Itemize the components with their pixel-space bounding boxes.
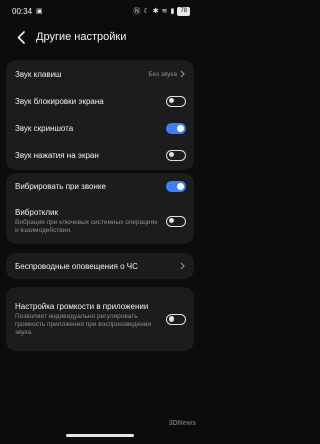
sound-settings-group: Звук клавиш Без звука Звук блокировки эк… [6, 60, 194, 170]
page-title: Другие настройки [36, 31, 127, 43]
haptic-feedback-label: Вибротклик [15, 207, 58, 217]
key-sound-label: Звук клавиш [15, 69, 62, 79]
do-not-disturb-icon: ☾ [143, 8, 150, 15]
haptic-feedback-description: Вибрация при ключевых системных операция… [15, 218, 158, 234]
emergency-alerts-group: Беспроводные оповещения о ЧС [6, 253, 194, 279]
back-arrow-icon[interactable] [12, 28, 30, 46]
header: Другие настройки [0, 26, 200, 48]
vibrate-on-ring-toggle[interactable] [166, 180, 186, 192]
key-sound-value: Без звука [148, 70, 177, 78]
touch-sound-item: Звук нажатия на экран [6, 141, 194, 169]
touch-sound-label: Звук нажатия на экран [15, 150, 99, 160]
emergency-alerts-item[interactable]: Беспроводные оповещения о ЧС [6, 253, 194, 279]
app-volume-group: Настройка громкости в приложении Позволя… [6, 287, 194, 351]
key-sound-item[interactable]: Звук клавиш Без звука [6, 60, 194, 88]
app-volume-toggle[interactable] [166, 314, 186, 325]
status-bar: 00:34 ▣ Ⓝ ☾ ✱ ≋ ▮ 78 [0, 0, 200, 22]
screenshot-sound-toggle[interactable] [166, 122, 186, 134]
app-volume-item: Настройка громкости в приложении Позволя… [6, 292, 194, 347]
nfc-icon: Ⓝ [133, 8, 141, 15]
haptic-feedback-item: Вибротклик Вибрация при ключевых системн… [6, 201, 194, 241]
home-indicator[interactable] [66, 434, 134, 437]
lock-screen-sound-item: Звук блокировки экрана [6, 87, 194, 115]
app-volume-label: Настройка громкости в приложении [15, 302, 149, 311]
notification-icon: ▣ [36, 8, 43, 15]
app-volume-description: Позволяет индивидуально регулировать гро… [15, 313, 151, 336]
vibrate-on-ring-item: Вибрировать при звонке [6, 173, 194, 199]
lock-screen-sound-label: Звук блокировки экрана [15, 96, 104, 106]
screenshot-sound-item: Звук скриншота [6, 114, 194, 142]
vibrate-on-ring-label: Вибрировать при звонке [15, 181, 106, 191]
signal-icon: ▮ [170, 8, 175, 15]
watermark-logo: 3DNews [168, 420, 196, 427]
wifi-icon: ≋ [161, 8, 168, 15]
chevron-right-icon [180, 69, 186, 79]
haptic-feedback-toggle[interactable] [166, 215, 186, 227]
vibration-group: Вибрировать при звонке Вибротклик Вибрац… [6, 173, 194, 244]
emergency-alerts-label: Беспроводные оповещения о ЧС [15, 261, 138, 271]
status-time: 00:34 [12, 6, 33, 16]
chevron-right-icon [180, 261, 186, 271]
battery-indicator: 78 [177, 6, 190, 16]
bluetooth-icon: ✱ [152, 8, 159, 15]
screenshot-sound-label: Звук скриншота [15, 123, 74, 133]
lock-screen-sound-toggle[interactable] [166, 95, 186, 107]
touch-sound-toggle[interactable] [166, 149, 186, 161]
